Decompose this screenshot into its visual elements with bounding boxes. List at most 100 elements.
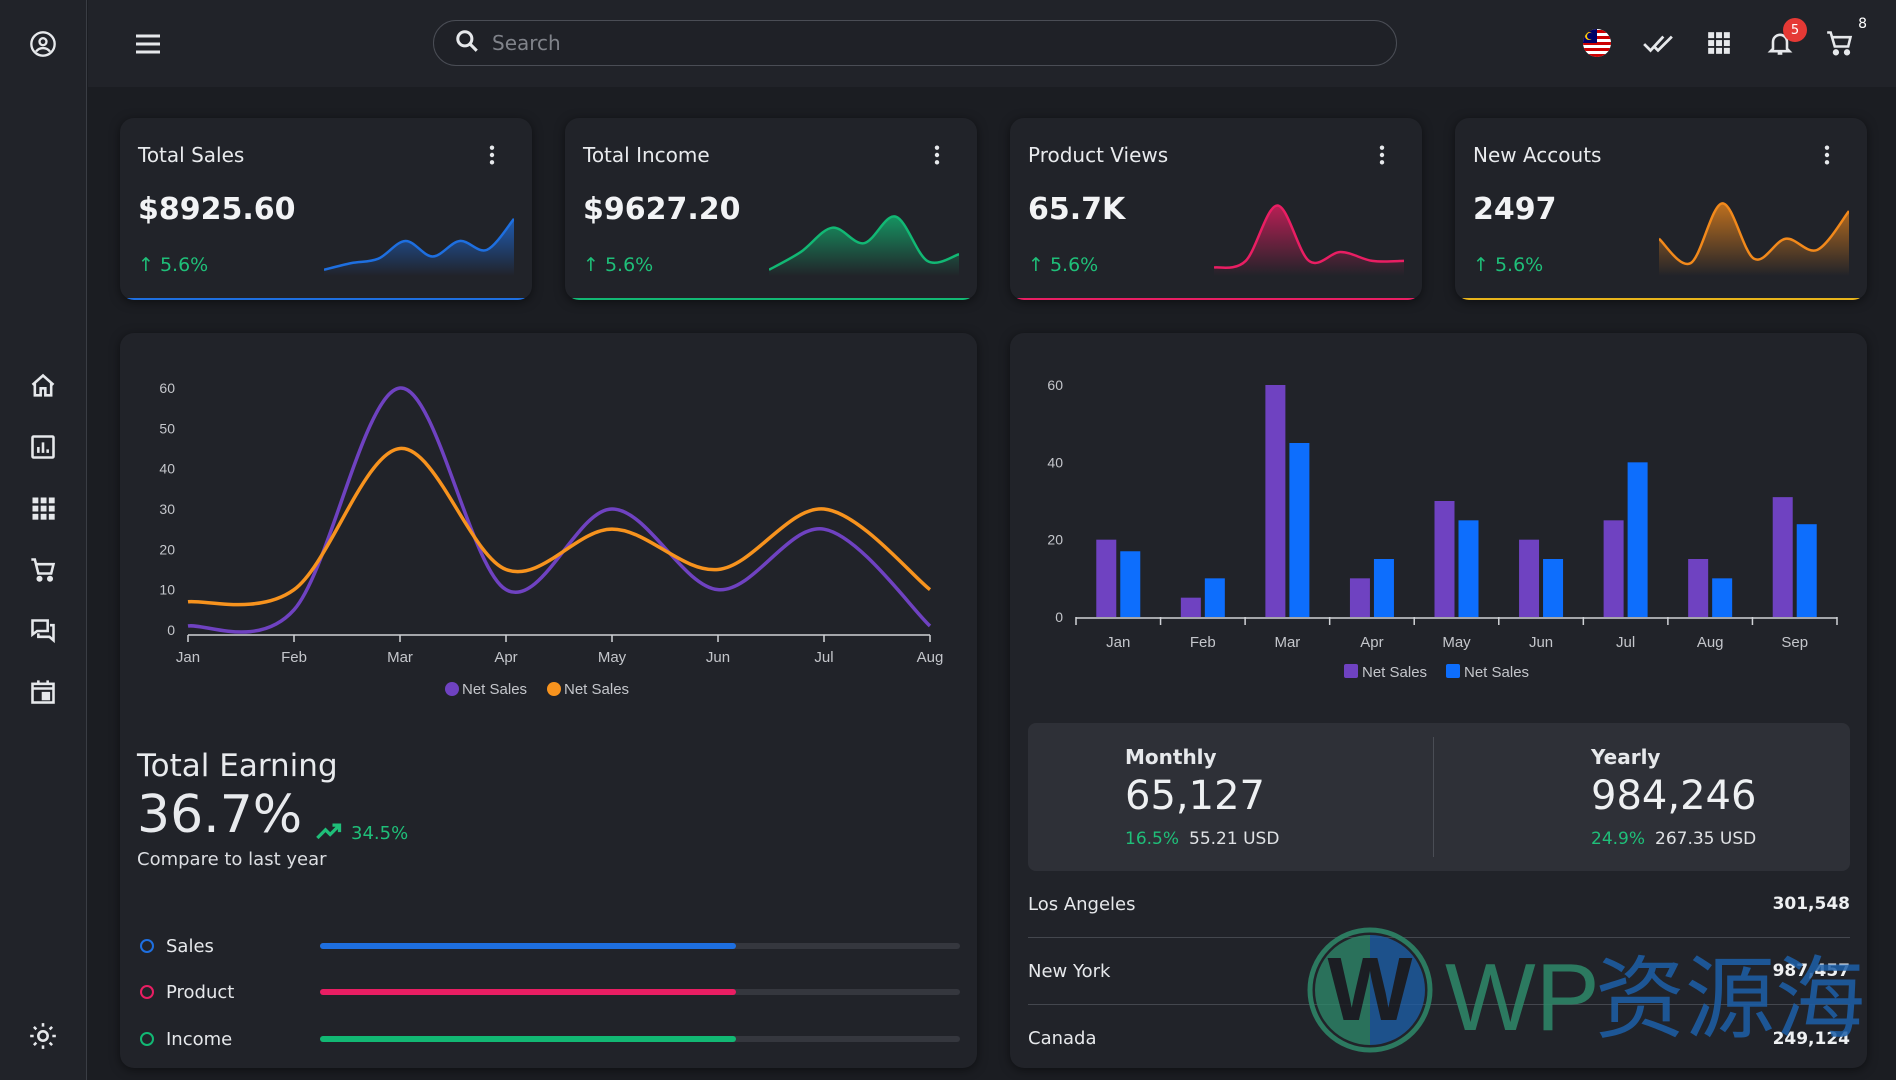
more-vert-icon[interactable] [1378,144,1392,168]
total-earning-title: Total Earning [137,748,338,784]
arrow-up-icon: ↑ [1473,254,1489,276]
earning-trend-value: 34.5% [351,823,409,844]
sparkline [324,218,514,276]
legend-marker [445,682,459,696]
city-value: 987,457 [1772,961,1850,981]
circle-icon [140,985,154,999]
card-value: $9627.20 [583,192,741,227]
stat-card-total-sales: Total Sales $8925.60 ↑ 5.6% [120,118,532,300]
x-tick-label: Jan [1106,634,1130,651]
apps-icon[interactable] [27,492,59,524]
bar-feb-1 [1204,578,1225,617]
calendar-icon[interactable] [27,676,59,708]
x-tick-label: Jul [814,649,833,666]
progress-row-sales: Sales [140,931,960,961]
cart-count: 8 [1858,16,1867,32]
y-tick-label: 0 [167,622,175,638]
bar-apr-1 [1373,559,1394,617]
bar-chart: 0 20 40 60 Jan Feb Mar Apr May Jun Jul Aug Sep Net Sa… [1047,377,1838,681]
legend-label: Net Sales [462,681,527,698]
y-tick-label: 40 [159,461,175,477]
earning-trend: 34.5% [315,817,408,850]
bar-sep-1 [1796,524,1817,617]
bar-jan-0 [1096,539,1117,617]
bar-jun-0 [1519,539,1540,617]
more-vert-icon[interactable] [933,144,947,168]
bar-feb-0 [1180,597,1201,617]
monthly-label: Monthly [1125,745,1217,769]
legend-marker [1446,664,1460,678]
stat-card-total-income: Total Income $9627.20 ↑ 5.6% [565,118,977,300]
x-tick-label: Aug [1697,634,1724,651]
progress-fill [320,943,736,949]
bar-may-0 [1434,501,1455,617]
bar-jun-1 [1543,559,1564,617]
chart-icon[interactable] [27,431,59,463]
double-check-icon[interactable] [1641,26,1675,60]
x-tick-label: Apr [494,649,517,666]
progress-label: Product [166,981,235,1003]
home-icon[interactable] [27,370,59,402]
x-tick-label: Feb [281,649,307,666]
line-chart: 0 10 20 30 40 50 60 Jan Feb Mar Apr May Jun Jul Aug Net… [159,380,944,698]
y-tick-label: 20 [159,541,175,557]
progress-track [320,989,960,995]
cart-icon[interactable] [27,554,59,586]
line-series-1 [187,446,932,607]
x-tick-label: May [1442,634,1471,651]
earning-subtitle: Compare to last year [137,849,327,870]
city-row[interactable]: Canada 249,124 [1028,1005,1850,1072]
y-tick-label: 60 [1047,377,1063,393]
sun-icon[interactable] [27,1020,59,1052]
legend-marker [547,682,561,696]
city-row[interactable]: New York 987,457 [1028,938,1850,1005]
x-tick-label: Aug [917,649,944,666]
chat-icon[interactable] [27,615,59,647]
progress-label: Income [166,1028,233,1050]
bar-apr-0 [1349,578,1370,617]
city-row[interactable]: Los Angeles 301,548 [1028,871,1850,938]
card-accent-line [120,298,532,300]
x-tick-label: May [598,649,627,666]
sparkline-area [769,216,959,276]
card-change: ↑ 5.6% [1028,254,1099,276]
card-title: Total Income [583,143,710,167]
search-bar[interactable] [433,20,1397,66]
bar-may-1 [1458,520,1479,617]
monthly-value: 65,127 [1125,773,1265,819]
sales-panel: 0 20 40 60 Jan Feb Mar Apr May Jun Jul Aug Sep Net Sa… [1010,333,1867,1068]
y-tick-label: 60 [159,380,175,396]
sidebar [0,0,87,1080]
notification-bell-icon[interactable]: 5 [1763,18,1807,60]
x-tick-label: Mar [1274,634,1300,651]
city-name: Los Angeles [1028,893,1136,915]
stat-card-product-views: Product Views 65.7K ↑ 5.6% [1010,118,1422,300]
city-name: Canada [1028,1028,1097,1049]
sparkline-line [1214,204,1404,269]
card-value: 2497 [1473,192,1557,227]
bar-jan-1 [1120,551,1141,617]
menu-icon[interactable] [132,28,164,60]
bar-mar-0 [1265,385,1286,617]
shopping-cart-icon[interactable]: 8 [1823,16,1867,60]
bar-aug-0 [1688,559,1709,617]
arrow-up-icon: ↑ [583,254,599,276]
notification-badge: 5 [1783,18,1807,42]
account-circle-icon[interactable] [27,28,59,60]
bar-jul-0 [1603,520,1624,617]
bar-sep-0 [1772,497,1793,617]
trending-up-icon [315,817,343,850]
progress-track [320,943,960,949]
card-title: New Accouts [1473,143,1602,167]
card-change: ↑ 5.6% [138,254,209,276]
more-vert-icon[interactable] [1823,144,1837,168]
yearly-stat: Yearly 984,246 24.9% 267.35 USD [1434,723,1850,871]
more-vert-icon[interactable] [488,144,502,168]
search-input[interactable] [492,31,1372,55]
x-tick-label: Sep [1781,634,1808,651]
apps-grid-icon[interactable] [1702,26,1736,60]
card-value: 65.7K [1028,192,1126,227]
bar-jul-1 [1627,462,1648,617]
legend-label: Net Sales [1362,664,1427,681]
malaysia-flag-icon[interactable] [1580,26,1614,60]
